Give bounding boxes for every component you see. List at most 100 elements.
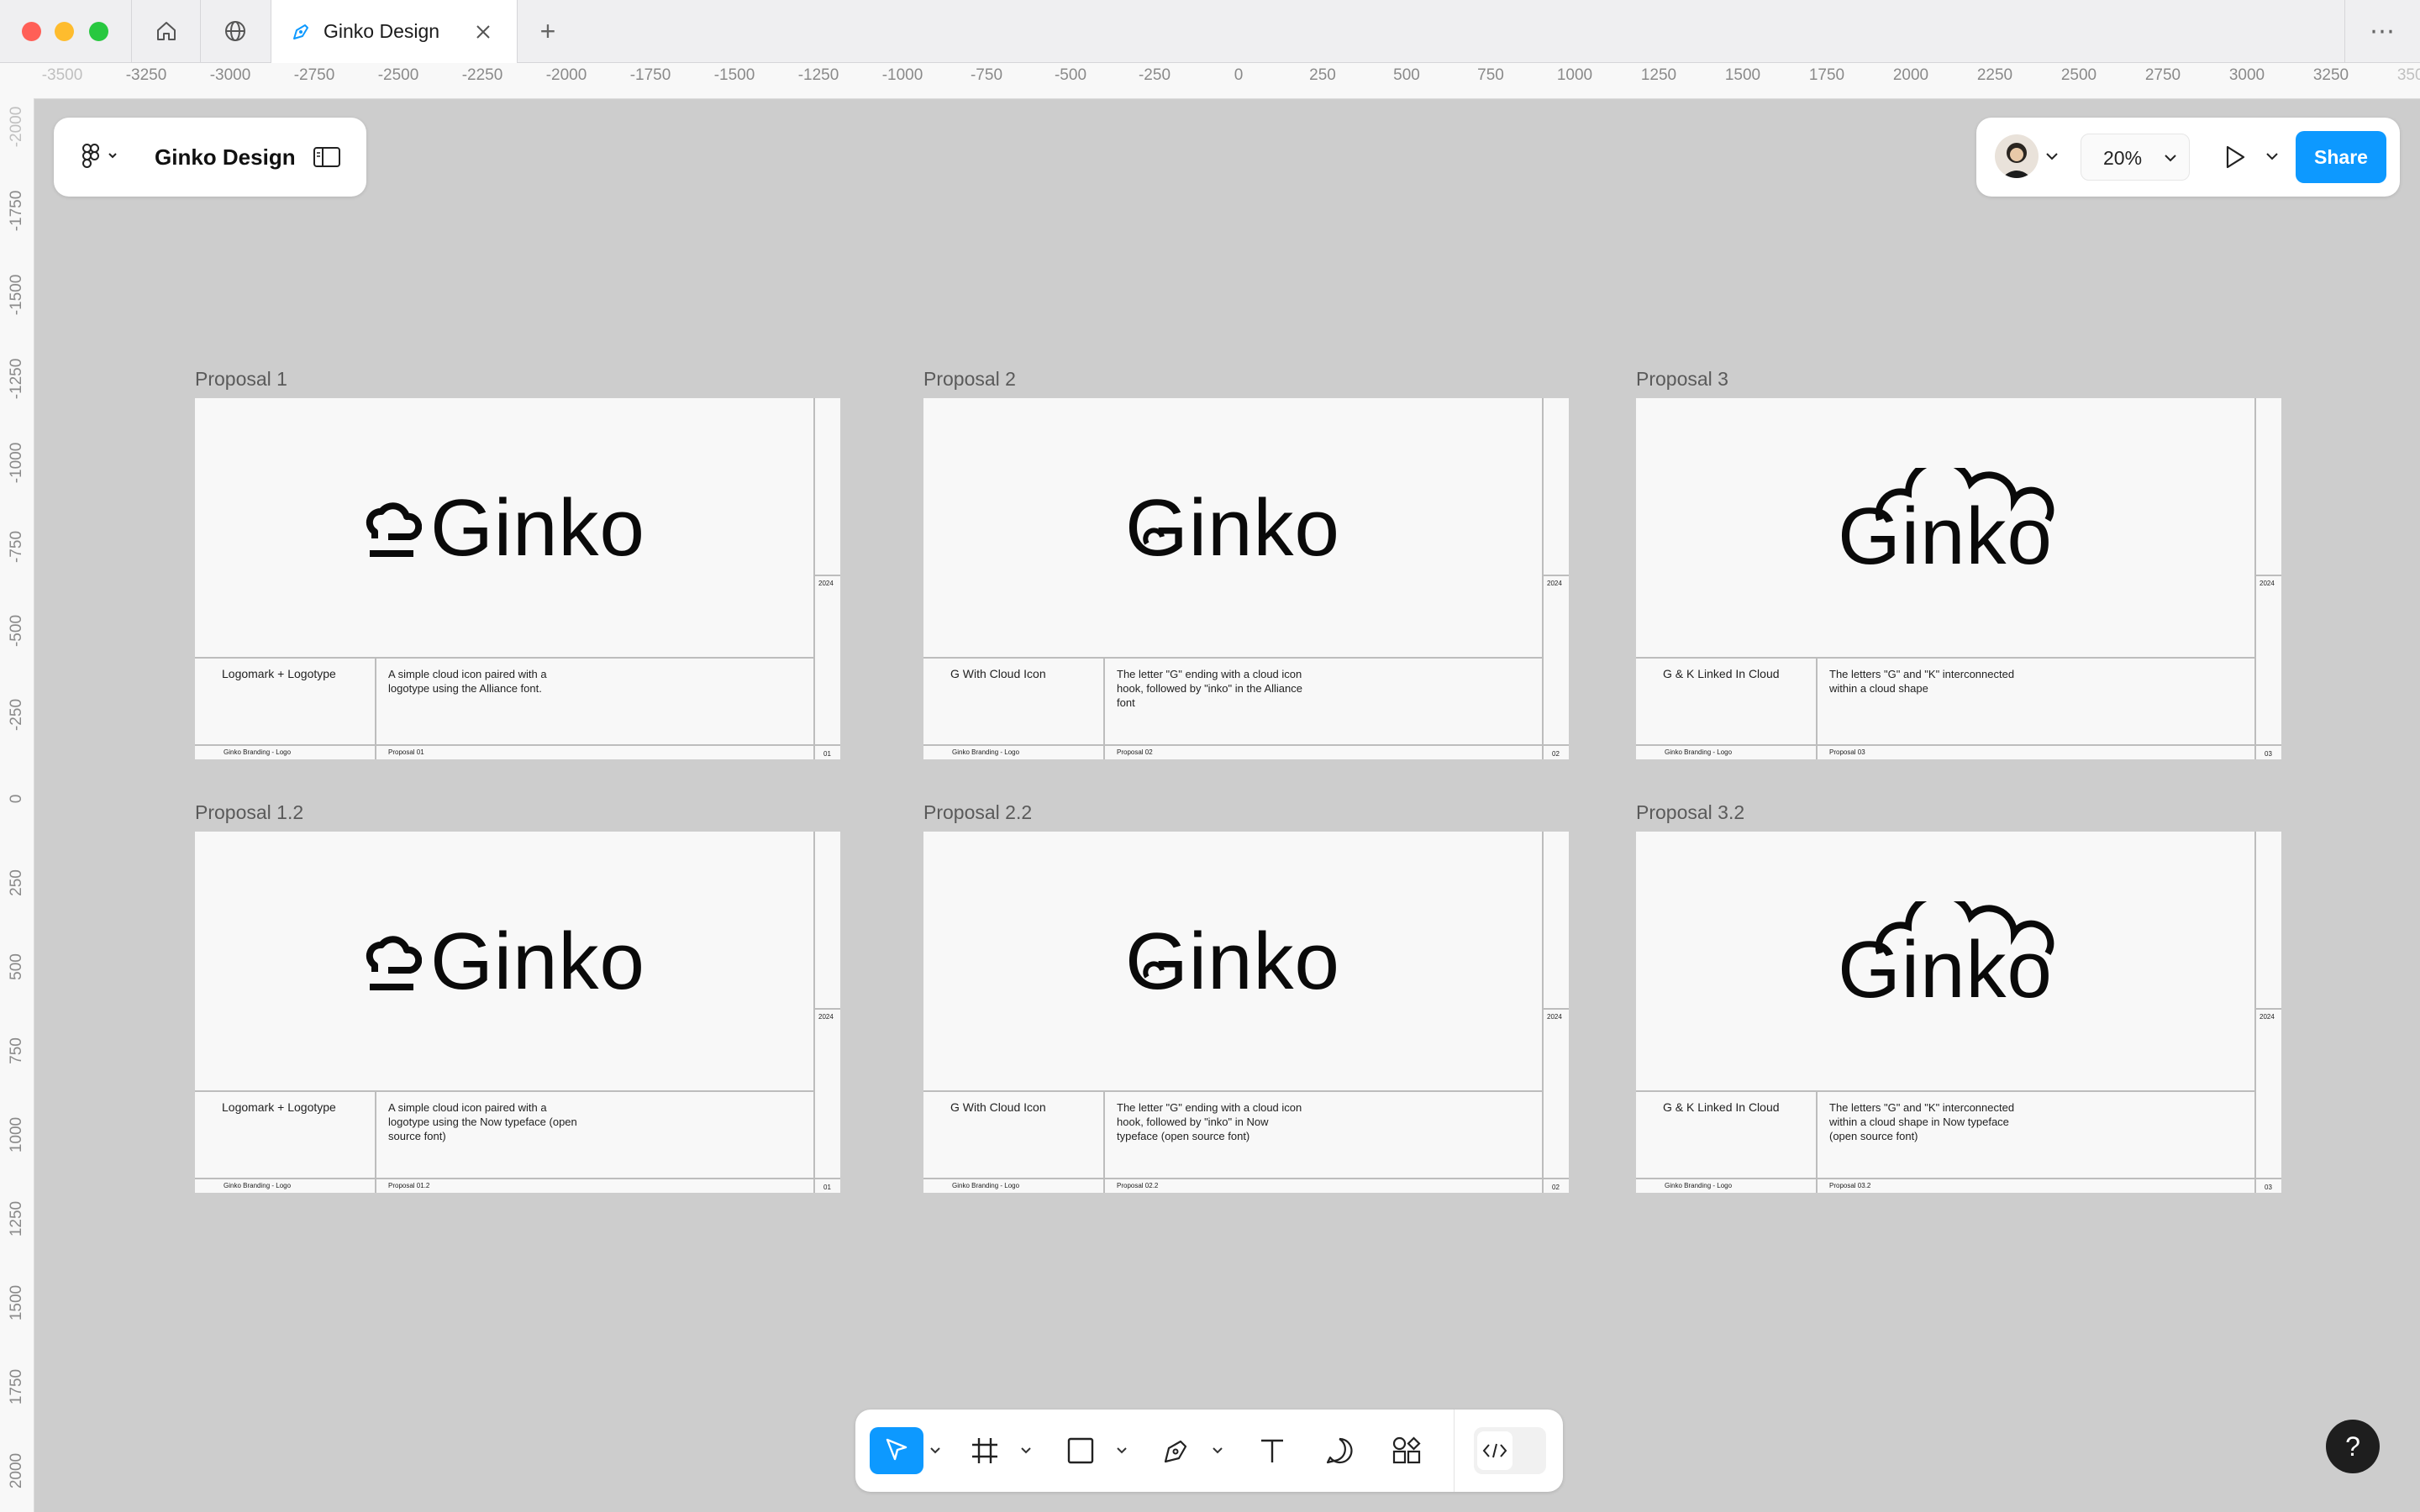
ruler-tick-label: 750 [8,1037,25,1064]
share-button[interactable]: Share [2296,131,2386,183]
code-icon [1482,1443,1507,1458]
ruler-tick-label: -2000 [8,106,25,148]
logo-artwork: Ginko [195,398,813,659]
ruler-tick-label: 500 [1393,66,1420,84]
frame-divider [195,1090,813,1092]
actions-icon [1392,1436,1421,1464]
main-menu-button[interactable] [81,143,121,176]
ruler-tick-label: -1750 [629,66,671,84]
frame-divider [195,1178,840,1179]
ruler-tick-label: -2000 [545,66,587,84]
chevron-down-icon[interactable] [928,1427,943,1474]
move-tool-button[interactable] [870,1427,923,1474]
titlebar-divider [200,0,201,62]
ruler-tick-label: -2500 [377,66,419,84]
frame-title[interactable]: Proposal 3.2 [1636,801,1744,824]
ruler-tick-label: -1250 [8,358,25,400]
frame-divider [195,744,840,746]
bottom-toolbar [855,1410,1563,1492]
titlebar-divider [131,0,132,62]
proposal-frame[interactable]: Ginko 2024 G With Cloud Icon The letter "G"… [923,832,1569,1193]
file-name[interactable]: Ginko Design [155,144,296,171]
frame-divider [1636,657,2254,659]
comment-tool-button[interactable] [1316,1427,1363,1474]
ruler-tick-label: 750 [1477,66,1504,84]
pen-tool-button[interactable] [1153,1427,1200,1474]
frame-tool-button[interactable] [961,1427,1008,1474]
footer-project: Ginko Branding - Logo [224,748,292,756]
horizontal-ruler: -3500 -3250 -3000 -2750 -2500 -2250 -2000 -1750… [0,63,2420,99]
rectangle-tool-button[interactable] [1057,1427,1104,1474]
comment-icon [1326,1437,1353,1464]
toolbar-divider [1454,1410,1455,1492]
frame-title[interactable]: Proposal 3 [1636,368,1728,391]
maximize-window-button[interactable] [89,22,108,41]
chevron-down-icon[interactable] [1018,1427,1034,1474]
ruler-tick-label: 500 [8,953,25,980]
avatar[interactable] [1995,134,2039,178]
frame-divider [923,1178,1569,1179]
dev-mode-toggle[interactable] [1474,1427,1546,1474]
proposal-frame[interactable]: Ginko 2024 G & K Linked In Cloud The letter… [1636,398,2281,759]
chevron-down-icon[interactable] [1114,1427,1129,1474]
ruler-tick-label: 1000 [8,1116,25,1153]
ruler-tick-label: 0 [1234,66,1244,84]
ruler-tick-label: -250 [8,698,25,732]
proposal-label: Logomark + Logotype [222,1100,336,1114]
cloud-outline-icon [1875,901,2054,956]
footer-project: Ginko Branding - Logo [224,1182,292,1189]
proposal-frame[interactable]: Ginko 2024 Logomark + Logotype A simple clo… [195,832,840,1193]
sidebar-toggle-icon[interactable] [313,146,341,168]
help-button[interactable]: ? [2326,1420,2380,1473]
frame-divider [1542,832,1544,1193]
frame-title[interactable]: Proposal 1 [195,368,287,391]
play-icon[interactable] [2220,143,2249,171]
ruler-tick-label: -750 [8,530,25,564]
chevron-down-icon[interactable] [2045,151,2059,161]
minimize-window-button[interactable] [55,22,74,41]
frame-year: 2024 [818,580,834,587]
footer-page-number: 03 [2265,750,2272,758]
zoom-dropdown[interactable]: 20% [2081,134,2190,181]
close-window-button[interactable] [22,22,41,41]
ruler-tick-label: 250 [8,869,25,896]
chevron-down-icon[interactable] [1210,1427,1225,1474]
frame-title[interactable]: Proposal 2.2 [923,801,1032,824]
home-button[interactable] [150,0,183,62]
text-icon [1261,1439,1283,1462]
cloud-outline-icon [1875,468,2054,522]
proposal-description: A simple cloud icon paired with a logoty… [388,668,547,695]
frame-title[interactable]: Proposal 1.2 [195,801,303,824]
proposal-frame[interactable]: Ginko 2024 G & K Linked In Cloud The letter… [1636,832,2281,1193]
ruler-tick-label: -1500 [713,66,755,84]
ruler-tick-label: 1750 [1808,66,1845,84]
file-panel: Ginko Design [54,118,366,197]
user-avatar-icon [2002,143,2032,178]
frame-year: 2024 [2260,1013,2275,1021]
proposal-frame[interactable]: Ginko 2024 G With Cloud Icon The letter "G"… [923,398,1569,759]
cursor-icon [886,1438,908,1461]
tab-ginko-design[interactable]: Ginko Design [271,0,518,63]
ruler-tick-label: -2250 [461,66,503,84]
frame-year: 2024 [1547,580,1562,587]
frame-divider [813,398,815,759]
logo-artwork: Ginko [195,832,813,1092]
frame-year: 2024 [2260,580,2275,587]
frame-divider [813,575,840,576]
new-tab-button[interactable]: + [531,0,565,62]
proposal-label: G With Cloud Icon [950,1100,1046,1114]
community-button[interactable] [218,0,252,62]
chevron-down-icon[interactable] [2265,151,2279,161]
more-menu-button[interactable]: ⋯ [2361,0,2403,62]
ruler-tick-label: -1000 [881,66,923,84]
home-icon [157,22,176,40]
ruler-tick-label: 0 [8,794,25,804]
footer-proposal: Proposal 03.2 [1829,1182,1871,1189]
actions-tool-button[interactable] [1383,1427,1430,1474]
text-tool-button[interactable] [1249,1427,1296,1474]
ruler-tick-label: 2000 [1892,66,1929,84]
vertical-ruler: -2000 -1750 -1500 -1250 -1000 -750 -500 -250 0 25… [0,98,34,1512]
frame-title[interactable]: Proposal 2 [923,368,1016,391]
proposal-frame[interactable]: Ginko 2024 Logomark + Logotype A simple clo… [195,398,840,759]
close-tab-icon[interactable] [473,22,493,42]
